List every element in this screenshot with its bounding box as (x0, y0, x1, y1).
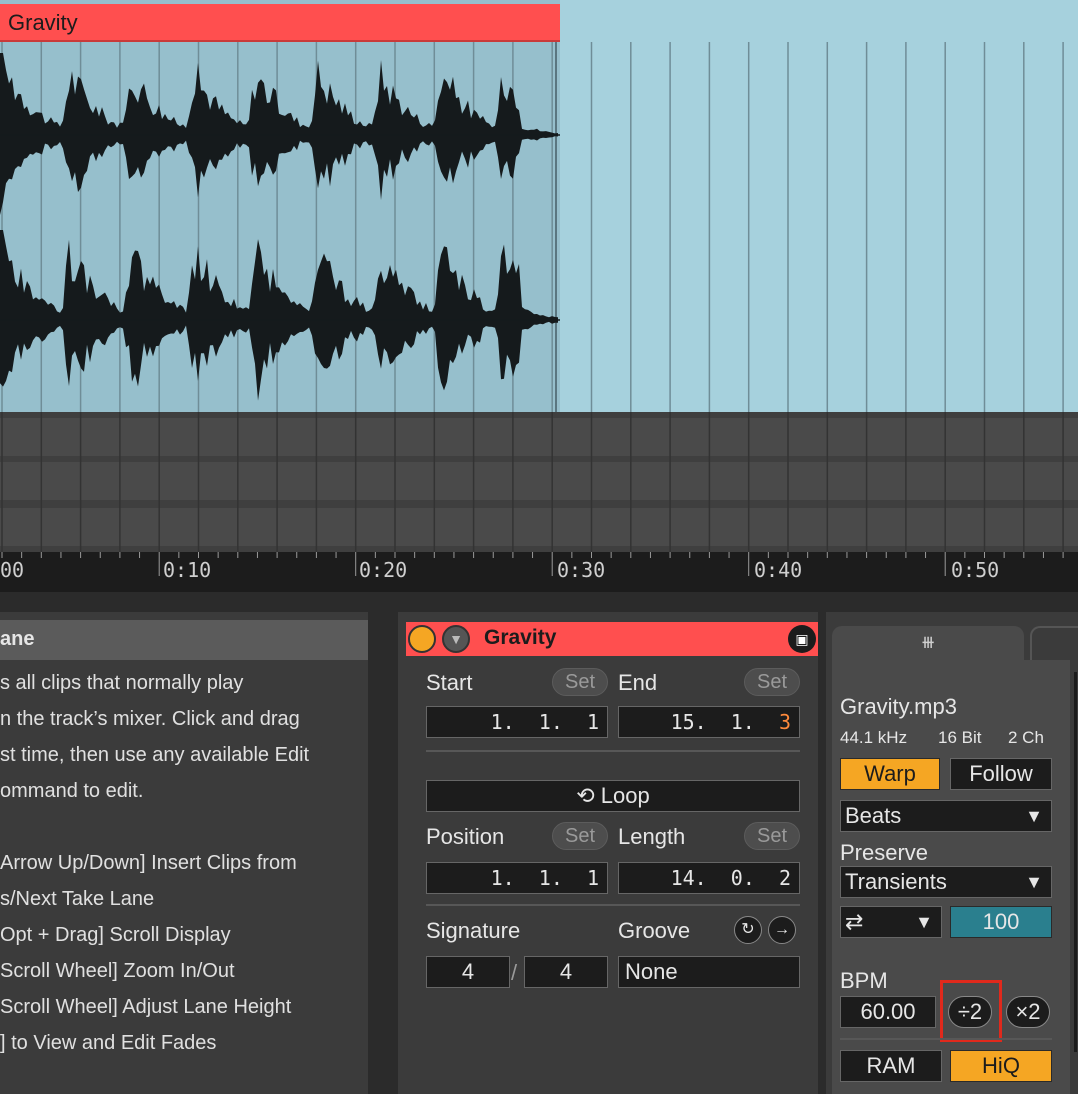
signature-numerator[interactable]: 4 (426, 956, 510, 988)
chevron-down-icon: ▼ (1025, 806, 1043, 826)
chevron-down-icon[interactable]: ▼ (442, 625, 470, 653)
envelope-value-field[interactable]: 100 (950, 906, 1052, 938)
sample-filename: Gravity.mp3 (840, 694, 957, 719)
signature-slash: / (511, 960, 518, 985)
lane-grid (0, 412, 1078, 552)
info-panel: ane s all clips that normally play n the… (0, 612, 378, 1094)
tab-envelopes[interactable] (1030, 626, 1078, 660)
take-lane-row (0, 508, 1078, 546)
signature-denominator[interactable]: 4 (524, 956, 608, 988)
ruler-label: 0:10 (163, 558, 212, 582)
divider (840, 1038, 1052, 1040)
bpm-label: BPM (840, 968, 888, 993)
sample-rate: 44.1 kHz (840, 728, 908, 747)
groove-select[interactable]: None (618, 956, 800, 988)
position-field[interactable]: 1. 1. 1 (426, 862, 608, 894)
loop-mode-icon: ⇄ (845, 909, 864, 934)
clip-panel-title: Gravity (484, 626, 557, 649)
ruler-label: 0:40 (754, 558, 803, 582)
ruler-label: 0:30 (557, 558, 606, 582)
arrangement-view: Gravity (0, 0, 1078, 552)
sample-panel: ⧻ Gravity.mp3 44.1 kHz 16 Bit 2 Ch Warp … (826, 612, 1078, 1094)
info-text-line: ] to View and Edit Fades (0, 1032, 217, 1054)
position-set-button[interactable]: Set (552, 822, 608, 850)
groove-label: Groove (618, 918, 691, 943)
divider (426, 904, 800, 906)
bpm-field[interactable]: 60.00 (840, 996, 936, 1028)
take-lane-row (0, 462, 1078, 500)
clip-panel-header[interactable]: ▼ Gravity ▣ (406, 622, 818, 656)
end-field[interactable]: 15. 1. 3 (618, 706, 800, 738)
channel-count: 2 Ch (1008, 728, 1044, 747)
save-icon[interactable]: ▣ (788, 625, 816, 653)
preserve-select[interactable]: Transients ▼ (840, 866, 1052, 898)
groove-commit-icon[interactable]: → (768, 916, 796, 944)
clip-panel: ▼ Gravity ▣ Start Set End Set 1. 1. 1 15… (398, 612, 818, 1094)
info-text-line: s all clips that normally play (0, 672, 244, 694)
ruler-label: 0:20 (359, 558, 408, 582)
info-text-line: Scroll Wheel] Zoom In/Out (0, 960, 235, 982)
clip-waveform (0, 42, 1064, 412)
info-text-line: ommand to edit. (0, 780, 144, 802)
groove-hot-swap-icon[interactable]: ↻ (734, 916, 762, 944)
info-text-line: Scroll Wheel] Adjust Lane Height (0, 996, 292, 1018)
info-text-line: n the track’s mixer. Click and drag (0, 708, 300, 730)
preserve-value: Transients (845, 869, 947, 894)
start-set-button[interactable]: Set (552, 668, 608, 696)
sample-scrollbar[interactable] (1074, 672, 1077, 1052)
start-label: Start (426, 670, 473, 695)
waveform-tab[interactable]: ⧻ (832, 626, 1024, 660)
position-label: Position (426, 824, 505, 849)
length-field[interactable]: 14. 0. 2 (618, 862, 800, 894)
loop-icon: ⟲ (576, 783, 595, 808)
start-field[interactable]: 1. 1. 1 (426, 706, 608, 738)
hiq-button[interactable]: HiQ (950, 1050, 1052, 1082)
warp-mode-select[interactable]: Beats ▼ (840, 800, 1052, 832)
ruler-ticks (1, 552, 1064, 576)
end-field-sixteenth: 3 (778, 710, 791, 734)
length-label: Length (618, 824, 686, 849)
info-text-line: st time, then use any available Edit (0, 744, 310, 766)
ram-button[interactable]: RAM (840, 1050, 942, 1082)
info-text-line: Opt + Drag] Scroll Display (0, 924, 231, 946)
time-ruler[interactable]: 00 0:10 0:20 0:30 0:40 0:50 (0, 552, 1078, 592)
double-tempo-button[interactable]: ×2 (1006, 996, 1050, 1028)
warp-button[interactable]: Warp (840, 758, 940, 790)
clip-title: Gravity (8, 10, 78, 35)
info-text-line: s/Next Take Lane (0, 888, 155, 910)
waveform-icon: ⧻ (920, 632, 936, 652)
info-title: ane (0, 628, 35, 650)
take-lanes[interactable] (0, 412, 1078, 552)
length-set-button[interactable]: Set (744, 822, 800, 850)
loop-button[interactable]: ⟲ Loop (426, 780, 800, 812)
chevron-down-icon: ▼ (1025, 872, 1043, 892)
end-set-button[interactable]: Set (744, 668, 800, 696)
clip-activator-button[interactable] (408, 625, 436, 653)
bit-depth: 16 Bit (938, 728, 982, 747)
follow-button[interactable]: Follow (950, 758, 1052, 790)
chevron-down-icon: ▼ (915, 912, 933, 932)
info-text-line: Arrow Up/Down] Insert Clips from (0, 852, 297, 874)
highlight-box (940, 980, 1002, 1042)
take-lane-row (0, 418, 1078, 456)
end-label: End (618, 670, 658, 695)
loop-mode-select[interactable]: ⇄ ▼ (840, 906, 942, 938)
clip-header[interactable]: Gravity (0, 4, 560, 42)
detail-area: ane s all clips that normally play n the… (0, 592, 1078, 1094)
signature-label: Signature (426, 918, 521, 943)
end-field-main: 15. 1. (670, 710, 755, 734)
loop-label: Loop (600, 783, 650, 808)
info-title-bar: ane (0, 620, 368, 660)
warp-mode-value: Beats (845, 803, 902, 828)
ruler-label: 0:50 (951, 558, 1000, 582)
divider (426, 750, 800, 752)
preserve-label: Preserve (840, 840, 929, 865)
ruler-label: 00 (0, 558, 25, 582)
